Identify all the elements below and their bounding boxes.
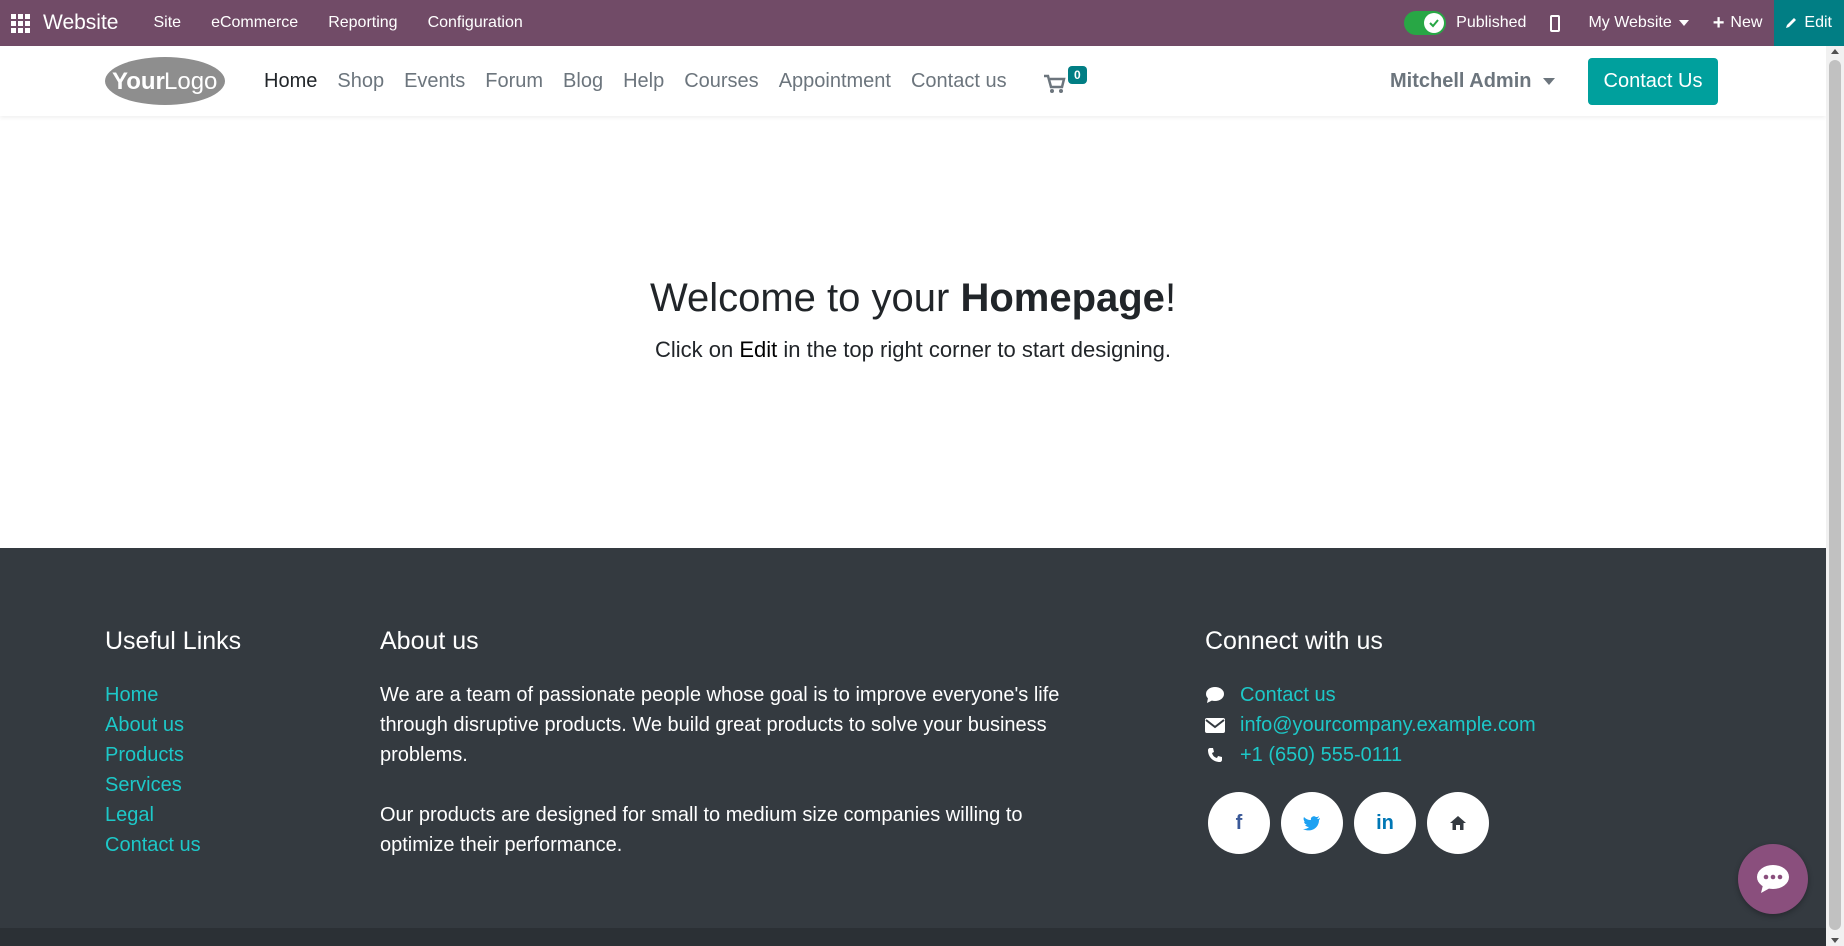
new-button[interactable]: + New bbox=[1701, 0, 1775, 46]
admin-bar: Website Site eCommerce Reporting Configu… bbox=[0, 0, 1844, 46]
app-brand[interactable]: Website bbox=[43, 11, 118, 35]
scroll-down-arrow-icon[interactable] bbox=[1831, 938, 1839, 943]
contact-us-button[interactable]: Contact Us bbox=[1588, 58, 1718, 105]
useful-links-title: Useful Links bbox=[105, 627, 242, 655]
admin-menu: Site eCommerce Reporting Configuration bbox=[138, 14, 537, 32]
connect-email-row[interactable]: info@yourcompany.example.com bbox=[1205, 710, 1536, 740]
plus-icon: + bbox=[1712, 12, 1725, 34]
edit-label: Edit bbox=[1804, 14, 1832, 31]
menu-ecommerce[interactable]: eCommerce bbox=[196, 14, 313, 32]
menu-site[interactable]: Site bbox=[138, 14, 196, 32]
nav-shop[interactable]: Shop bbox=[337, 70, 384, 93]
scrollbar-thumb[interactable] bbox=[1829, 60, 1841, 930]
footer-link-legal[interactable]: Legal bbox=[105, 800, 201, 830]
cart-count-badge: 0 bbox=[1068, 66, 1087, 84]
envelope-icon bbox=[1205, 715, 1225, 735]
user-name: Mitchell Admin bbox=[1390, 69, 1532, 92]
website-selector[interactable]: My Website bbox=[1576, 0, 1700, 46]
nav-forum[interactable]: Forum bbox=[485, 70, 543, 93]
twitter-icon[interactable] bbox=[1281, 792, 1343, 854]
connect-phone-link[interactable]: +1 (650) 555-0111 bbox=[1240, 744, 1402, 767]
connect-contact-link[interactable]: Contact us bbox=[1240, 684, 1336, 707]
mobile-preview-button[interactable] bbox=[1538, 0, 1576, 46]
footer-bottom-strip bbox=[0, 928, 1826, 946]
footer-link-products[interactable]: Products bbox=[105, 740, 201, 770]
page-scrollbar[interactable] bbox=[1826, 46, 1844, 946]
about-paragraph-2: Our products are designed for small to m… bbox=[380, 804, 1023, 856]
about-us-title: About us bbox=[380, 627, 479, 655]
hero-title: Welcome to your Homepage! bbox=[649, 276, 1177, 320]
nav-contact-us[interactable]: Contact us bbox=[911, 70, 1007, 93]
home-icon[interactable] bbox=[1427, 792, 1489, 854]
linkedin-icon[interactable]: in bbox=[1354, 792, 1416, 854]
cart-button[interactable]: 0 bbox=[1044, 66, 1094, 96]
phone-icon bbox=[1205, 745, 1225, 765]
nav-blog[interactable]: Blog bbox=[563, 70, 603, 93]
check-icon bbox=[1424, 13, 1445, 33]
footer-link-services[interactable]: Services bbox=[105, 770, 201, 800]
connect-email-link[interactable]: info@yourcompany.example.com bbox=[1240, 714, 1536, 737]
new-label: New bbox=[1730, 14, 1763, 31]
chat-bubble-button[interactable] bbox=[1738, 844, 1808, 914]
admin-right-actions: Published My Website + New Edit bbox=[1404, 0, 1844, 46]
connect-contact-row[interactable]: Contact us bbox=[1205, 680, 1536, 710]
site-header: Your Logo Home Shop Events Forum Blog He… bbox=[0, 46, 1826, 116]
footer-link-contact-us[interactable]: Contact us bbox=[105, 830, 201, 860]
pencil-icon bbox=[1786, 18, 1797, 28]
chat-bubble-icon bbox=[1757, 865, 1789, 893]
footer: Useful Links Home About us Products Serv… bbox=[0, 548, 1826, 946]
hero-section: Welcome to your Homepage! Click on Edit … bbox=[0, 116, 1826, 548]
scroll-up-arrow-icon[interactable] bbox=[1831, 49, 1839, 54]
about-paragraph-1: We are a team of passionate people whose… bbox=[380, 684, 1060, 766]
shopping-cart-icon bbox=[1044, 74, 1066, 93]
edit-button[interactable]: Edit bbox=[1774, 0, 1844, 46]
nav-courses[interactable]: Courses bbox=[684, 70, 758, 93]
comment-icon bbox=[1205, 685, 1225, 705]
nav-events[interactable]: Events bbox=[404, 70, 465, 93]
main-nav: Home Shop Events Forum Blog Help Courses… bbox=[264, 46, 1027, 116]
chevron-down-icon bbox=[1678, 20, 1689, 26]
footer-link-about-us[interactable]: About us bbox=[105, 710, 201, 740]
menu-reporting[interactable]: Reporting bbox=[313, 14, 412, 32]
hero-subtitle: Click on Edit in the top right corner to… bbox=[654, 337, 1172, 362]
nav-help[interactable]: Help bbox=[623, 70, 664, 93]
apps-grid-icon[interactable] bbox=[0, 0, 40, 46]
menu-configuration[interactable]: Configuration bbox=[413, 14, 538, 32]
mobile-phone-icon bbox=[1550, 14, 1561, 32]
published-label[interactable]: Published bbox=[1456, 0, 1538, 46]
site-logo[interactable]: Your Logo bbox=[104, 56, 226, 106]
svg-text:Your: Your bbox=[112, 68, 165, 95]
facebook-icon[interactable]: f bbox=[1208, 792, 1270, 854]
connect-title: Connect with us bbox=[1205, 627, 1383, 655]
website-selector-label: My Website bbox=[1588, 14, 1672, 31]
social-links: f in bbox=[1208, 792, 1500, 854]
footer-link-home[interactable]: Home bbox=[105, 680, 201, 710]
chevron-down-icon bbox=[1543, 77, 1556, 85]
about-us-text: We are a team of passionate people whose… bbox=[380, 680, 1060, 860]
connect-list: Contact us info@yourcompany.example.com … bbox=[1205, 680, 1536, 770]
useful-links-list: Home About us Products Services Legal Co… bbox=[105, 680, 201, 860]
user-menu[interactable]: Mitchell Admin bbox=[1390, 46, 1556, 116]
svg-text:Logo: Logo bbox=[164, 68, 217, 95]
nav-appointment[interactable]: Appointment bbox=[779, 70, 891, 93]
nav-home[interactable]: Home bbox=[264, 70, 317, 93]
connect-phone-row[interactable]: +1 (650) 555-0111 bbox=[1205, 740, 1536, 770]
published-toggle[interactable] bbox=[1404, 11, 1447, 35]
